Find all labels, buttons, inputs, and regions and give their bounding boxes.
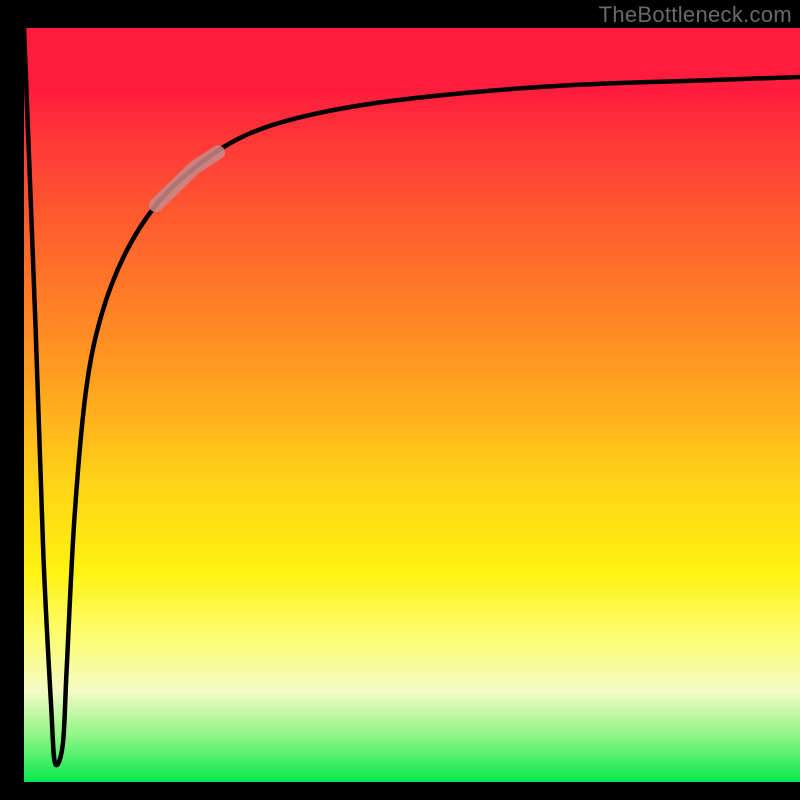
- chart-root: TheBottleneck.com: [0, 0, 800, 800]
- plot-area: [24, 28, 800, 782]
- watermark-text: TheBottleneck.com: [599, 2, 792, 28]
